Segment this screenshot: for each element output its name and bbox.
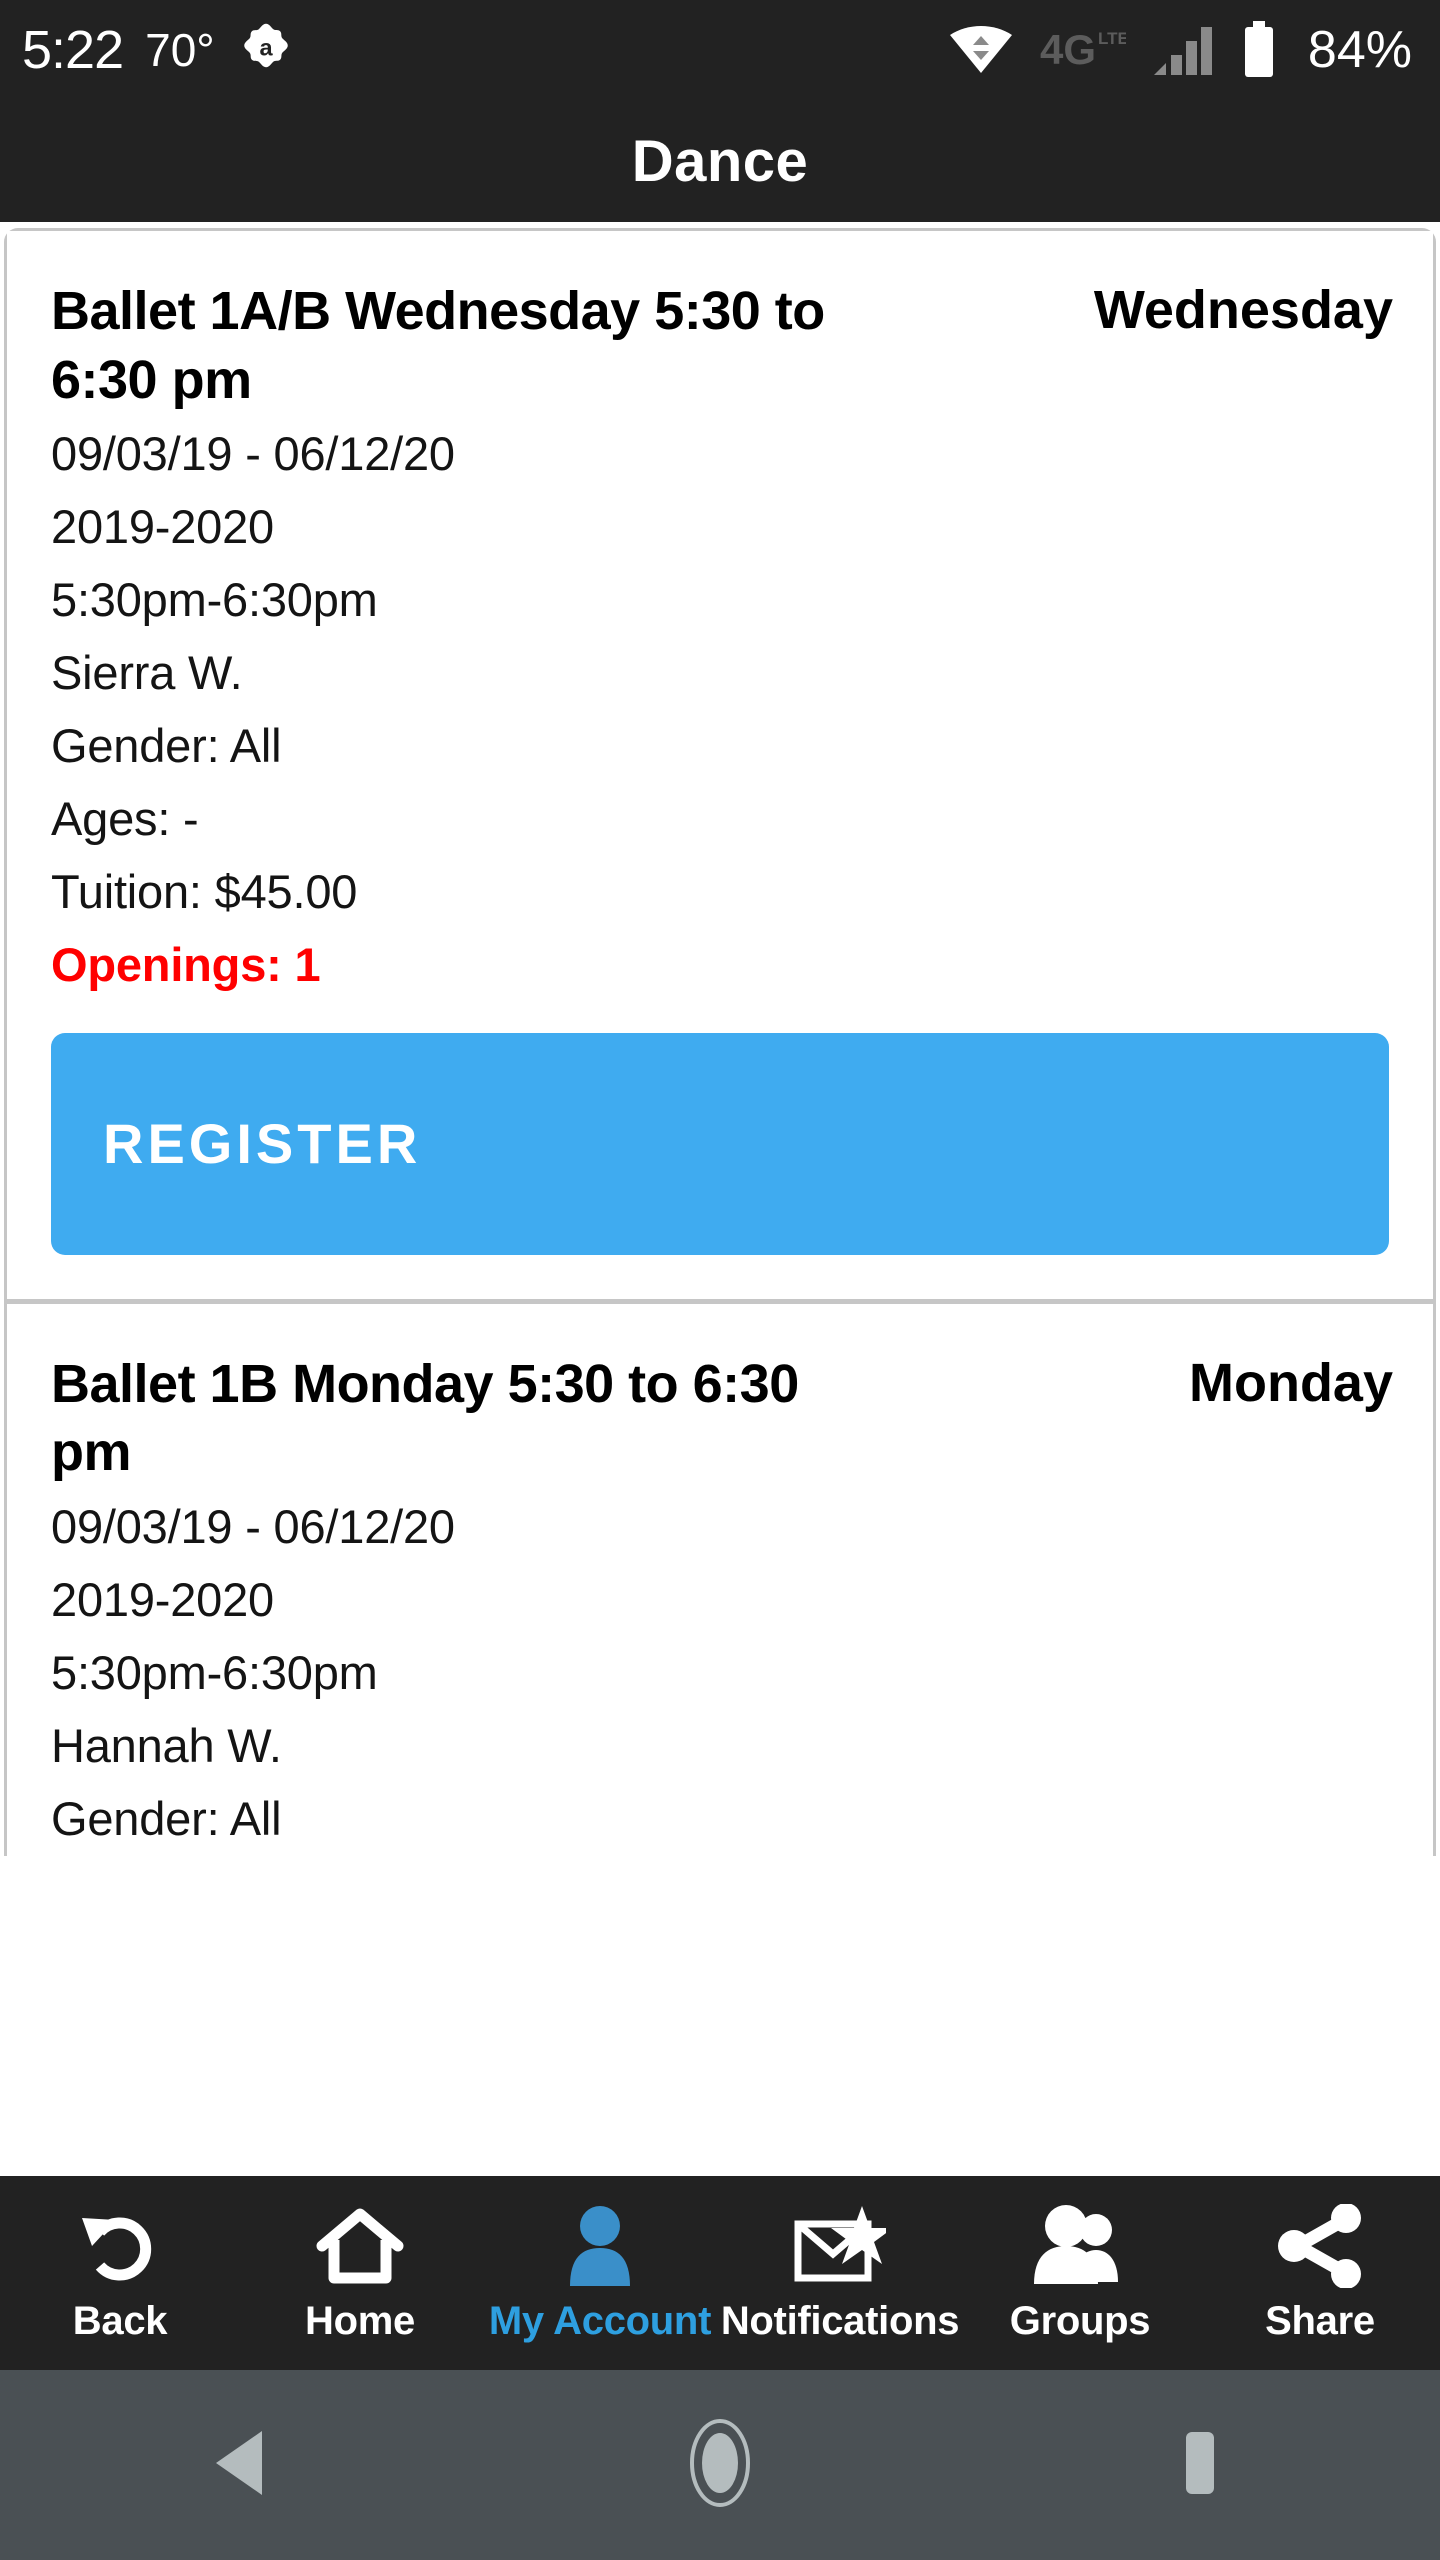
nav-label: Back xyxy=(72,2298,168,2343)
class-date-range: 09/03/19 - 06/12/20 xyxy=(51,1499,455,1553)
register-button[interactable]: REGISTER xyxy=(51,1032,1389,1255)
undo-arrow-icon xyxy=(78,2203,162,2289)
class-openings: Openings: 1 xyxy=(51,938,321,992)
class-date-range: 09/03/19 - 06/12/20 xyxy=(51,427,455,481)
class-ages: Ages: - xyxy=(51,792,199,846)
envelope-star-icon xyxy=(794,2203,886,2289)
nav-label: My Account xyxy=(488,2298,712,2343)
status-clock: 5:22 xyxy=(22,20,124,80)
nav-label: Notifications xyxy=(720,2298,960,2343)
4g-lte-icon: 4G LTE xyxy=(1040,24,1126,76)
system-back-button[interactable] xyxy=(150,2370,330,2560)
status-bar-right: 4G LTE 84% xyxy=(948,20,1412,80)
class-name: Ballet 1B Monday 5:30 to 6:30 pm xyxy=(51,1353,799,1483)
svg-text:a: a xyxy=(259,34,273,60)
page-title: Dance xyxy=(631,128,809,194)
class-day: Wednesday xyxy=(1093,280,1393,340)
class-card[interactable]: Ballet 1B Monday 5:30 to 6:30 pm Monday … xyxy=(7,1298,1433,1856)
nav-item-back[interactable]: Back xyxy=(0,2176,240,2370)
battery-icon xyxy=(1242,21,1276,79)
class-season: 2019-2020 xyxy=(51,500,274,554)
class-season: 2019-2020 xyxy=(51,1572,274,1626)
class-gender: Gender: All xyxy=(51,719,282,773)
person-icon xyxy=(562,2203,638,2289)
class-card-header: Ballet 1B Monday 5:30 to 6:30 pm Monday xyxy=(7,1304,1433,1487)
status-bar: 5:22 70° a 4G LTE 84% xyxy=(0,0,1440,100)
system-recents-button[interactable] xyxy=(1110,2370,1290,2560)
class-details: 09/03/19 - 06/12/20 2019-2020 5:30pm-6:3… xyxy=(7,1487,1433,1856)
nav-label: Home xyxy=(305,2298,415,2343)
battery-percent: 84% xyxy=(1307,21,1412,79)
class-time: 5:30pm-6:30pm xyxy=(51,1645,378,1699)
app-title-bar: Dance xyxy=(0,100,1440,222)
nav-item-share[interactable]: Share xyxy=(1200,2176,1440,2370)
class-list-scroll-area[interactable]: Ballet 1A/B Wednesday 5:30 to 6:30 pm We… xyxy=(0,222,1440,2176)
class-details: 09/03/19 - 06/12/20 2019-2020 5:30pm-6:3… xyxy=(7,414,1433,1002)
android-system-nav xyxy=(0,2370,1440,2560)
class-instructor: Sierra W. xyxy=(51,646,243,700)
nav-item-my-account[interactable]: My Account xyxy=(480,2176,720,2370)
two-people-icon xyxy=(1030,2203,1130,2289)
class-day: Monday xyxy=(1188,1352,1393,1413)
class-time: 5:30pm-6:30pm xyxy=(51,573,378,627)
class-name: Ballet 1A/B Wednesday 5:30 to 6:30 pm xyxy=(51,281,825,410)
app-bottom-nav: Back Home My Account Notifications Group… xyxy=(0,2176,1440,2370)
circle-home-icon xyxy=(689,2417,751,2514)
avast-icon: a xyxy=(237,21,295,79)
nav-item-groups[interactable]: Groups xyxy=(960,2176,1200,2370)
house-icon xyxy=(316,2203,404,2289)
signal-bars-icon xyxy=(1152,23,1216,77)
class-tuition: Tuition: $45.00 xyxy=(51,865,358,919)
share-nodes-icon xyxy=(1274,2203,1366,2289)
nav-item-notifications[interactable]: Notifications xyxy=(720,2176,960,2370)
class-instructor: Hannah W. xyxy=(51,1718,282,1772)
svg-text:LTE: LTE xyxy=(1098,29,1126,48)
wifi-icon xyxy=(948,25,1014,75)
class-card-container: Ballet 1A/B Wednesday 5:30 to 6:30 pm We… xyxy=(4,228,1436,1856)
status-bar-left: 5:22 70° a xyxy=(22,19,295,81)
nav-item-home[interactable]: Home xyxy=(240,2176,480,2370)
system-home-button[interactable] xyxy=(630,2370,810,2560)
phone-screen: 5:22 70° a 4G LTE 84% Dance Ballet 1A/B … xyxy=(0,0,1440,2560)
nav-label: Share xyxy=(1265,2298,1375,2343)
class-card-header: Ballet 1A/B Wednesday 5:30 to 6:30 pm We… xyxy=(7,231,1433,414)
class-card[interactable]: Ballet 1A/B Wednesday 5:30 to 6:30 pm We… xyxy=(7,231,1433,1255)
class-gender: Gender: All xyxy=(51,1791,282,1845)
nav-label: Groups xyxy=(1009,2298,1151,2343)
square-recents-icon xyxy=(1180,2428,1220,2503)
status-temperature: 70° xyxy=(145,24,215,76)
svg-text:4G: 4G xyxy=(1040,26,1096,73)
triangle-back-icon xyxy=(210,2427,270,2504)
